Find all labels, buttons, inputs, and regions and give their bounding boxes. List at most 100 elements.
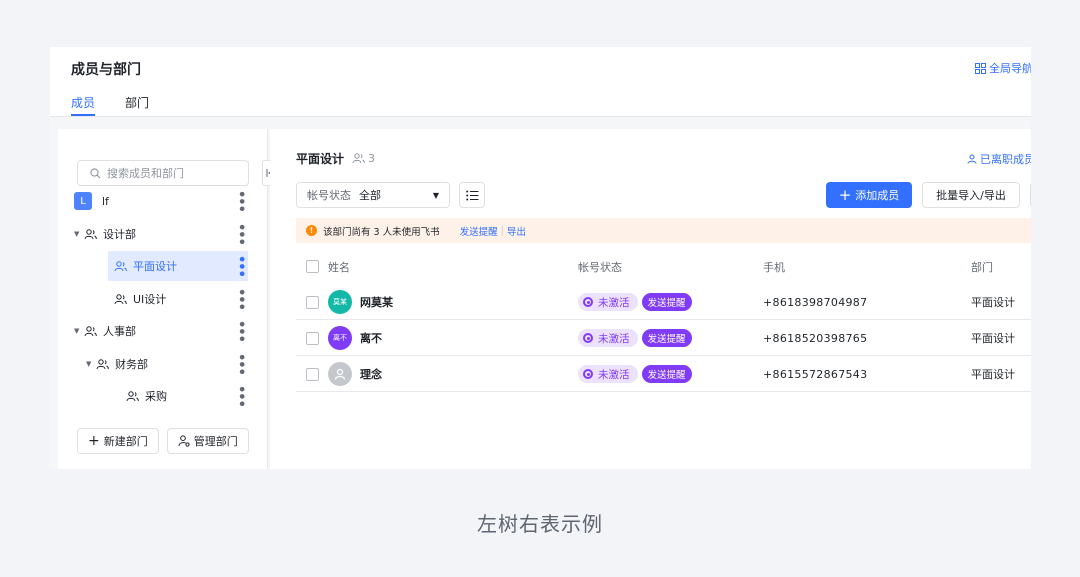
status-filter-label: 帐号状态 <box>307 189 351 202</box>
member-name: 网莫某 <box>360 296 393 309</box>
more-actions-button[interactable] <box>1030 182 1031 208</box>
account-status-cell: 未激活 发送提醒 <box>578 284 692 320</box>
department-cell: 平面设计 <box>971 332 1015 345</box>
add-member-button[interactable]: + 添加成员 <box>826 182 912 208</box>
tab-departments[interactable]: 部门 <box>125 94 149 115</box>
member-list-panel: 平面设计 3 已离职成员 帐号状态 全部 ▼ + 添加成员 批量导入/导出 ! … <box>270 129 1031 469</box>
member-name: 离不 <box>360 332 382 345</box>
search-icon <box>90 167 101 178</box>
manage-department-button[interactable]: 管理部门 <box>166 428 249 454</box>
tree-item-label: 平面设计 <box>133 260 177 273</box>
tree-item-label: lf <box>102 194 109 208</box>
account-status-cell: 未激活 发送提醒 <box>578 356 692 392</box>
global-nav-link[interactable]: 全局导航 <box>975 60 1031 76</box>
resigned-members-link[interactable]: 已离职成员 <box>967 151 1031 167</box>
send-reminder-button[interactable]: 发送提醒 <box>641 329 692 347</box>
list-icon <box>465 190 478 200</box>
tree-item-label: 采购 <box>145 390 167 403</box>
department-title: 平面设计 <box>296 152 345 166</box>
column-header-status: 帐号状态 <box>578 261 622 274</box>
tab-members[interactable]: 成员 <box>71 94 96 116</box>
account-status-select[interactable]: 帐号状态 全部 ▼ <box>296 182 450 208</box>
tree-item-finance[interactable]: ▼ 财务部 ••• <box>80 349 248 379</box>
global-nav-label: 全局导航 <box>989 62 1031 75</box>
status-text: 未激活 <box>598 296 630 309</box>
export-link[interactable]: 导出 <box>507 224 526 238</box>
send-reminder-link[interactable]: 发送提醒 <box>460 224 498 238</box>
search-box[interactable] <box>77 160 249 186</box>
more-icon[interactable]: ••• <box>233 320 248 342</box>
plus-icon: + <box>838 185 852 204</box>
notice-text: 该部门尚有 3 人未使用飞书 <box>323 226 440 238</box>
row-checkbox[interactable] <box>306 368 319 381</box>
select-all-checkbox[interactable] <box>306 260 319 273</box>
caret-down-icon[interactable]: ▼ <box>86 360 96 368</box>
status-badge: 未激活 <box>578 365 638 383</box>
account-status-cell: 未激活 发送提醒 <box>578 320 692 356</box>
department-cell: 平面设计 <box>971 368 1015 381</box>
status-dot-icon <box>583 333 593 343</box>
dropdown-arrow-icon: ▼ <box>432 190 439 200</box>
figure-caption: 左树右表示例 <box>477 512 603 536</box>
link-separator: | <box>500 225 504 236</box>
more-icon[interactable]: ••• <box>233 385 248 407</box>
table-row[interactable]: 莫某 网莫某 未激活 发送提醒 +8618398704987 平面设计 <box>296 284 1031 320</box>
row-checkbox[interactable] <box>306 296 319 309</box>
row-checkbox[interactable] <box>306 332 319 345</box>
warning-icon: ! <box>306 225 317 236</box>
phone-cell: +8615572867543 <box>763 367 868 381</box>
department-icon <box>84 325 97 337</box>
page-title: 成员与部门 <box>71 62 141 78</box>
tab-bar: 成员 部门 <box>71 94 149 116</box>
department-icon <box>84 228 97 240</box>
send-reminder-button[interactable]: 发送提醒 <box>641 293 692 311</box>
caret-down-icon[interactable]: ▼ <box>74 327 84 335</box>
member-count-value: 3 <box>368 152 376 165</box>
top-bar: 成员与部门 全局导航 成员 部门 <box>50 47 1031 117</box>
tree-item-design[interactable]: ▼ 设计部 ••• <box>68 219 248 249</box>
tree-item-purchasing[interactable]: 采购 ••• <box>120 381 248 411</box>
manage-department-label: 管理部门 <box>193 435 238 448</box>
plus-icon: + <box>88 433 100 449</box>
inactive-notice-banner: ! 该部门尚有 3 人未使用飞书 发送提醒 | 导出 <box>296 218 1031 243</box>
member-name-cell: 离不 离不 <box>328 320 382 356</box>
tree-item-hr[interactable]: ▼ 人事部 ••• <box>68 316 248 346</box>
default-avatar-icon <box>328 362 352 386</box>
tree-item-label: 设计部 <box>103 228 136 241</box>
new-department-button[interactable]: + 新建部门 <box>77 428 159 454</box>
department-header: 平面设计 3 <box>296 150 375 167</box>
table-row[interactable]: 理念 未激活 发送提醒 +8615572867543 平面设计 <box>296 356 1031 392</box>
send-reminder-button[interactable]: 发送提醒 <box>641 365 692 383</box>
resigned-members-label: 已离职成员 <box>980 153 1031 166</box>
list-view-button[interactable] <box>459 182 485 208</box>
more-icon[interactable]: ••• <box>233 223 248 245</box>
caret-down-icon[interactable]: ▼ <box>74 230 84 238</box>
more-icon[interactable]: ••• <box>233 288 248 310</box>
department-cell: 平面设计 <box>971 296 1015 309</box>
batch-import-export-button[interactable]: 批量导入/导出 <box>922 182 1020 208</box>
person-icon <box>967 154 977 164</box>
tree-item-ui-design[interactable]: UI设计 ••• <box>108 284 248 314</box>
tree-item-root[interactable]: L lf ••• <box>68 186 248 216</box>
grid-icon <box>975 62 986 74</box>
members-icon <box>352 153 365 164</box>
admin-window: 成员与部门 全局导航 成员 部门 L lf ••• <box>50 47 1031 469</box>
status-text: 未激活 <box>598 332 630 345</box>
tree-item-label: UI设计 <box>133 293 167 306</box>
avatar: 莫某 <box>328 290 352 314</box>
avatar: 离不 <box>328 326 352 350</box>
phone-cell: +8618520398765 <box>763 331 868 345</box>
department-tree-panel: L lf ••• ▼ 设计部 ••• 平面设计 ••• UI设计 <box>58 129 276 469</box>
more-icon[interactable]: ••• <box>233 255 248 277</box>
table-row[interactable]: 离不 离不 未激活 发送提醒 +8618520398765 平面设计 <box>296 320 1031 356</box>
department-icon <box>126 390 139 402</box>
status-badge: 未激活 <box>578 329 638 347</box>
more-icon[interactable]: ••• <box>233 190 248 212</box>
status-badge: 未激活 <box>578 293 638 311</box>
more-icon[interactable]: ••• <box>233 353 248 375</box>
tree-item-label: 财务部 <box>115 358 148 371</box>
user-settings-icon <box>178 435 190 447</box>
search-input[interactable] <box>107 166 237 180</box>
tree-item-graphic-design[interactable]: 平面设计 ••• <box>108 251 248 281</box>
status-text: 未激活 <box>598 368 630 381</box>
